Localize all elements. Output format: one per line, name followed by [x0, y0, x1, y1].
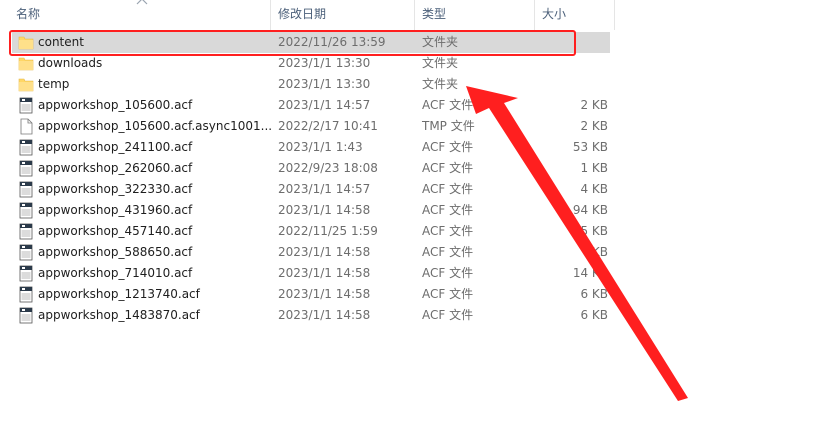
file-modified-date: 2023/1/1 13:30	[278, 56, 371, 70]
highlight-box	[9, 30, 576, 56]
acf-file-icon	[18, 286, 34, 303]
acf-file-icon	[18, 97, 34, 114]
file-size: 53 KB	[572, 140, 608, 154]
file-modified-date: 2023/1/1 14:58	[278, 287, 371, 301]
file-type: 文件夹	[422, 77, 459, 91]
column-divider[interactable]	[270, 0, 271, 30]
file-name: temp	[38, 77, 70, 91]
file-name: appworkshop_1213740.acf	[38, 287, 200, 301]
file-modified-date: 2023/1/1 14:57	[278, 182, 371, 196]
file-name: appworkshop_105600.acf.async1001...	[38, 119, 273, 133]
file-modified-date: 2022/2/17 10:41	[278, 119, 378, 133]
acf-file-icon	[18, 181, 34, 198]
file-name: downloads	[38, 56, 103, 70]
column-header: 名称 修改日期 类型 大小	[0, 0, 824, 30]
sort-ascending-icon	[136, 0, 148, 5]
file-row[interactable]: appworkshop_105600.acf.async1001... 2022/…	[12, 116, 610, 137]
file-name: appworkshop_714010.acf	[38, 266, 193, 280]
file-row[interactable]: appworkshop_431960.acf 2023/1/1 14:58 ACF …	[12, 200, 610, 221]
file-name: appworkshop_457140.acf	[38, 224, 193, 238]
file-type: ACF 文件	[422, 203, 474, 217]
file-type: ACF 文件	[422, 140, 474, 154]
column-header-size[interactable]: 大小	[538, 0, 614, 30]
file-name: appworkshop_322330.acf	[38, 182, 193, 196]
file-modified-date: 2023/1/1 14:57	[278, 98, 371, 112]
file-type: TMP 文件	[422, 119, 475, 133]
file-size: 4 KB	[580, 182, 608, 196]
file-type: ACF 文件	[422, 161, 474, 175]
column-divider[interactable]	[534, 0, 535, 30]
file-size: 6 KB	[580, 287, 608, 301]
file-size: 14 KB	[572, 266, 608, 280]
file-row[interactable]: appworkshop_588650.acf 2023/1/1 14:58 ACF …	[12, 242, 610, 263]
file-row[interactable]: appworkshop_262060.acf 2022/9/23 18:08 ACF…	[12, 158, 610, 179]
column-header-date[interactable]: 修改日期	[274, 0, 414, 30]
file-modified-date: 2023/1/1 14:58	[278, 308, 371, 322]
column-divider[interactable]	[414, 0, 415, 30]
acf-file-icon	[18, 265, 34, 282]
file-row[interactable]: appworkshop_241100.acf 2023/1/1 1:43 ACF 文…	[12, 137, 610, 158]
folder-icon	[18, 76, 34, 93]
file-size	[512, 74, 608, 95]
file-modified-date: 2023/1/1 14:58	[278, 245, 371, 259]
file-type: ACF 文件	[422, 308, 474, 322]
file-size: 2 KB	[580, 98, 608, 112]
file-row[interactable]: appworkshop_714010.acf 2023/1/1 14:58 ACF …	[12, 263, 610, 284]
file-name: appworkshop_588650.acf	[38, 245, 193, 259]
file-size: 1 KB	[580, 161, 608, 175]
folder-icon	[18, 55, 34, 72]
file-name: appworkshop_105600.acf	[38, 98, 193, 112]
column-header-type[interactable]: 类型	[418, 0, 534, 30]
file-row[interactable]: appworkshop_457140.acf 2022/11/25 1:59 ACF…	[12, 221, 610, 242]
file-modified-date: 2022/9/23 18:08	[278, 161, 378, 175]
acf-file-icon	[18, 202, 34, 219]
file-modified-date: 2022/11/25 1:59	[278, 224, 378, 238]
file-name: appworkshop_241100.acf	[38, 140, 193, 154]
file-type: ACF 文件	[422, 287, 474, 301]
acf-file-icon	[18, 307, 34, 324]
acf-file-icon	[18, 139, 34, 156]
file-row[interactable]: appworkshop_1213740.acf 2023/1/1 14:58 ACF…	[12, 284, 610, 305]
file-modified-date: 2023/1/1 1:43	[278, 140, 363, 154]
file-modified-date: 2023/1/1 14:58	[278, 203, 371, 217]
file-size: 2 KB	[580, 119, 608, 133]
file-size: 6 KB	[580, 308, 608, 322]
file-size	[512, 53, 608, 74]
file-row[interactable]: appworkshop_105600.acf 2023/1/1 14:57 ACF …	[12, 95, 610, 116]
blank-file-icon	[18, 118, 34, 135]
file-size: 94 KB	[572, 203, 608, 217]
file-type: ACF 文件	[422, 266, 474, 280]
file-type: ACF 文件	[422, 224, 474, 238]
acf-file-icon	[18, 223, 34, 240]
file-row[interactable]: appworkshop_1483870.acf 2023/1/1 14:58 ACF…	[12, 305, 610, 326]
file-size: KB	[591, 245, 608, 259]
acf-file-icon	[18, 244, 34, 261]
file-name: appworkshop_1483870.acf	[38, 308, 200, 322]
file-type: 文件夹	[422, 56, 459, 70]
acf-file-icon	[18, 160, 34, 177]
folder-row[interactable]: downloads 2023/1/1 13:30 文件夹	[12, 53, 610, 74]
column-divider[interactable]	[614, 0, 615, 30]
file-type: ACF 文件	[422, 245, 474, 259]
file-row[interactable]: appworkshop_322330.acf 2023/1/1 14:57 ACF …	[12, 179, 610, 200]
folder-row[interactable]: temp 2023/1/1 13:30 文件夹	[12, 74, 610, 95]
file-type: ACF 文件	[422, 98, 474, 112]
file-name: appworkshop_431960.acf	[38, 203, 193, 217]
file-size: 5 KB	[580, 224, 608, 238]
file-type: ACF 文件	[422, 182, 474, 196]
file-modified-date: 2023/1/1 14:58	[278, 266, 371, 280]
file-modified-date: 2023/1/1 13:30	[278, 77, 371, 91]
file-name: appworkshop_262060.acf	[38, 161, 193, 175]
